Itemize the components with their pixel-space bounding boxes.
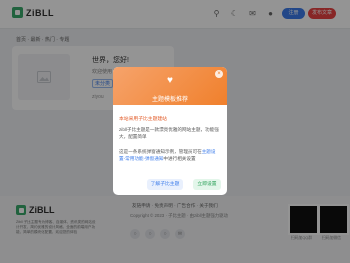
modal-paragraph-1: zibll子比主题是一款漂亮优雅的网站主题，功能强大，配置简单: [119, 127, 219, 139]
modal-paragraph-2: 这是一条系统弹窗通知示例，管理员可在主题设置-常用功能-弹窗通知中进行相关设置: [119, 148, 221, 162]
modal-para2-suffix: 中进行相关设置: [163, 156, 196, 161]
modal-para2-prefix: 这是一条系统弹窗通知示例，管理员可在: [119, 149, 202, 154]
modal-header: ♥ 主题模板推荐 ×: [113, 67, 227, 105]
modal-subtitle: 本站采用子比主题建站: [119, 117, 167, 122]
notice-modal: ♥ 主题模板推荐 × 本站采用子比主题建站 zibll子比主题是一款漂亮优雅的网…: [113, 67, 227, 195]
setup-now-button[interactable]: 立即设置: [193, 179, 221, 190]
close-icon[interactable]: ×: [215, 70, 223, 78]
popup-notice-link[interactable]: -常用功能-弹窗通知: [124, 156, 164, 161]
modal-title: 主题模板推荐: [151, 97, 188, 103]
learn-theme-button[interactable]: 了解子比主题: [147, 179, 183, 190]
heart-icon: ♥: [167, 75, 173, 86]
